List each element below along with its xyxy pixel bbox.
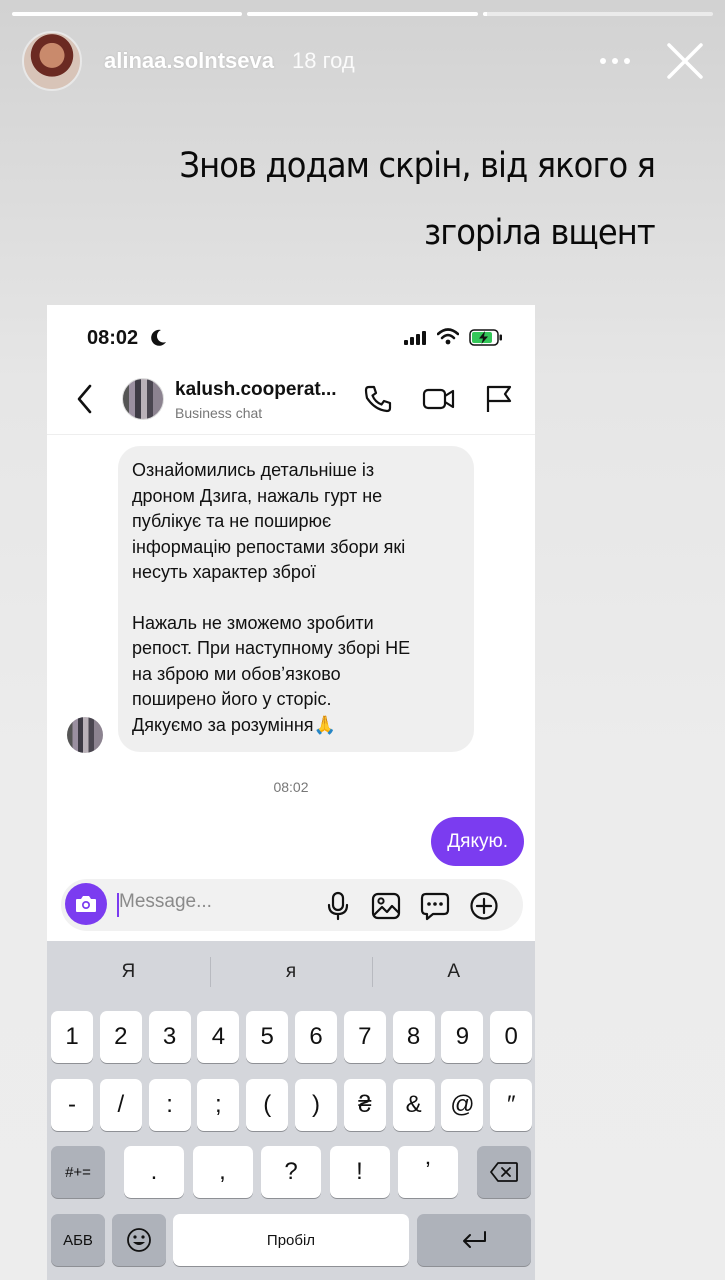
- key-symbol-8[interactable]: @: [441, 1079, 484, 1131]
- suggestion-3[interactable]: А: [372, 941, 535, 1003]
- sticker-chat-icon[interactable]: [420, 891, 450, 921]
- progress-fill-1: [12, 12, 243, 16]
- incoming-message-paragraph-2: Нажаль не зможемо зробити репост. При на…: [132, 612, 411, 735]
- key-symbol-9[interactable]: ″: [490, 1079, 533, 1131]
- gallery-icon[interactable]: [371, 891, 401, 921]
- progress-fill-3: [482, 12, 488, 16]
- story-progress-segment: [247, 12, 478, 16]
- embedded-screenshot: 08:02 kalush.cooperat... Business chat О…: [47, 305, 535, 1280]
- emoji-icon: [127, 1228, 151, 1252]
- key-digit-3[interactable]: 4: [197, 1011, 240, 1063]
- add-icon[interactable]: [469, 891, 499, 921]
- space-key[interactable]: Пробіл: [173, 1214, 409, 1266]
- key-punct-3[interactable]: !: [329, 1146, 390, 1198]
- sender-avatar[interactable]: [67, 717, 103, 753]
- phone-call-icon[interactable]: [362, 383, 394, 415]
- chat-subtitle: Business chat: [175, 405, 263, 421]
- suggestion-2[interactable]: я: [209, 941, 373, 1003]
- key-punct-4[interactable]: ʼ: [398, 1146, 458, 1198]
- suggestion-1[interactable]: Я: [47, 941, 210, 1003]
- emoji-key[interactable]: [112, 1214, 166, 1266]
- status-time: 08:02: [87, 327, 139, 349]
- message-composer: [61, 879, 523, 931]
- report-flag-icon[interactable]: [484, 383, 514, 415]
- moon-icon: [151, 329, 166, 346]
- return-key[interactable]: [417, 1214, 531, 1266]
- microphone-icon[interactable]: [326, 891, 350, 921]
- story-timestamp: 18 год: [291, 48, 355, 73]
- incoming-message[interactable]: Ознайомились детальніше із дроном Дзига,…: [118, 446, 474, 752]
- close-icon[interactable]: [663, 39, 707, 83]
- key-symbol-0[interactable]: -: [51, 1079, 93, 1131]
- more-options-icon[interactable]: [593, 39, 637, 83]
- key-punct-2[interactable]: ?: [261, 1146, 321, 1198]
- key-digit-1[interactable]: 2: [99, 1011, 142, 1063]
- message-timestamp: 08:02: [273, 779, 309, 795]
- progress-fill-2: [247, 12, 478, 16]
- outgoing-message[interactable]: Дякую.: [431, 817, 524, 866]
- keyboard: Я я А 1 2 3 4 5 6 7 8 9 0 - /:;() ₴ & @ ″ #+=.,?! ʼ АБВ Про…: [47, 941, 535, 1280]
- wifi-icon: [437, 328, 459, 345]
- key-symbol-5[interactable]: ): [295, 1079, 337, 1131]
- key-digit-7[interactable]: 8: [392, 1011, 435, 1063]
- message-input[interactable]: [119, 891, 269, 913]
- key-digit-9[interactable]: 0: [490, 1011, 533, 1063]
- return-icon: [463, 1231, 486, 1248]
- key-digit-2[interactable]: 3: [148, 1011, 191, 1063]
- key-alphabet[interactable]: АБВ: [51, 1214, 105, 1266]
- story-progress-segment: [482, 12, 713, 16]
- story-caption-line-1: Знов додам скрін, від якого я: [179, 146, 656, 186]
- back-arrow-icon[interactable]: [75, 382, 95, 416]
- key-symbol-6[interactable]: ₴: [343, 1079, 386, 1131]
- key-digit-5[interactable]: 6: [295, 1011, 337, 1063]
- key-digit-0[interactable]: 1: [51, 1011, 93, 1063]
- cellular-signal-icon: [404, 331, 426, 345]
- key-punct-0[interactable]: .: [124, 1146, 184, 1198]
- key-digit-6[interactable]: 7: [343, 1011, 386, 1063]
- story-progress: [12, 12, 713, 16]
- chat-name[interactable]: kalush.cooperat...: [175, 379, 337, 401]
- incoming-message-paragraph-1: Ознайомились детальніше із дроном Дзига,…: [132, 460, 406, 582]
- key-symbol-3[interactable]: ;: [197, 1079, 240, 1131]
- backspace-key[interactable]: [477, 1146, 531, 1198]
- story-progress-segment: [12, 12, 243, 16]
- status-bar: 08:02: [47, 305, 535, 365]
- key-symbol-4[interactable]: (: [246, 1079, 289, 1131]
- chat-avatar[interactable]: [122, 378, 164, 420]
- key-symbol-7[interactable]: &: [392, 1079, 435, 1131]
- battery-charging-icon: [469, 329, 502, 346]
- key-digit-4[interactable]: 5: [246, 1011, 289, 1063]
- story-username[interactable]: alinaa.solntseva: [104, 48, 274, 74]
- story-caption-line-2: згоріла вщент: [424, 213, 656, 253]
- video-call-icon[interactable]: [422, 383, 456, 415]
- key-punct-1[interactable]: ,: [192, 1146, 253, 1198]
- story-avatar[interactable]: [22, 31, 82, 91]
- story-header: alinaa.solntseva 18 год: [22, 30, 707, 92]
- key-symbol-1[interactable]: /: [99, 1079, 142, 1131]
- camera-icon: [76, 896, 96, 912]
- keyboard-suggestions: Я я А: [47, 941, 535, 1003]
- backspace-icon: [490, 1162, 518, 1182]
- key-digit-8[interactable]: 9: [441, 1011, 484, 1063]
- key-symbol-2[interactable]: :: [148, 1079, 191, 1131]
- chat-header: kalush.cooperat... Business chat: [47, 365, 535, 435]
- camera-button[interactable]: [65, 883, 107, 925]
- key-more-symbols[interactable]: #+=: [51, 1146, 105, 1198]
